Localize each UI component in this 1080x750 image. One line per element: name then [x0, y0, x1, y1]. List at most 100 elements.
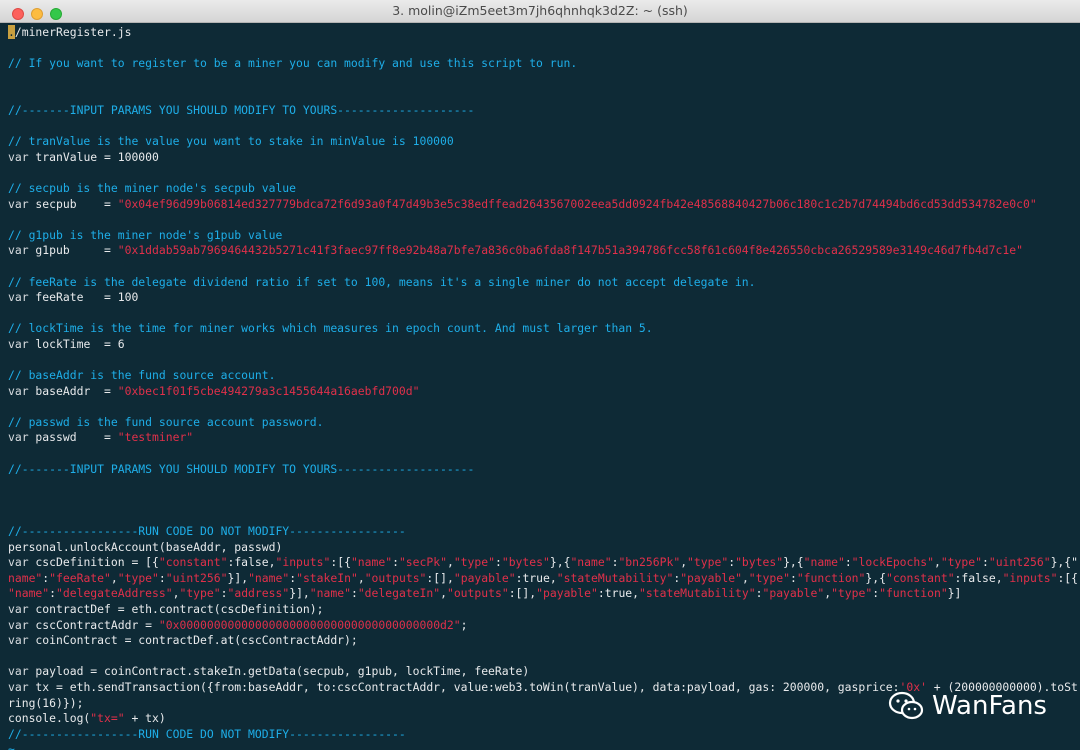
comment-line: // g1pub is the miner node's g1pub value — [8, 227, 283, 242]
string-literal: "0x0000000000000000000000000000000000000… — [158, 617, 461, 632]
code-text: }], — [289, 586, 310, 601]
string-literal: "feeRate" — [49, 570, 111, 585]
keyword: var — [8, 149, 29, 164]
terminal-content[interactable]: ./minerRegister.js // If you want to regi… — [8, 25, 1078, 750]
code-text: :[{ — [330, 555, 351, 570]
string-literal: "delegateIn" — [357, 586, 441, 601]
string-literal: "0xbec1f01f5cbe494279a3c1455644a16aebfd7… — [117, 383, 420, 398]
string-literal: "delegateAddress" — [56, 586, 173, 601]
code-text: tranValue = 100000 — [28, 149, 159, 164]
string-literal: "name" — [248, 570, 290, 585]
code-text: :false, — [227, 555, 276, 570]
keyword: var — [8, 243, 29, 258]
string-literal: "0x1ddab59ab7969464432b5271c41f3faec97ff… — [117, 243, 1023, 258]
title-bar: 3. molin@iZm5eet3m7jh6qhnhqk3d2Z: ~ (ssh… — [0, 0, 1080, 23]
code-text: },{ — [865, 570, 886, 585]
code-text: contractDef = eth.contract(cscDefinition… — [28, 601, 324, 616]
code-text: , — [933, 555, 941, 570]
string-literal: "name" — [309, 586, 351, 601]
watermark: WanFans — [888, 690, 1047, 722]
string-literal: "bn256Pk" — [618, 555, 681, 570]
string-literal: "type" — [687, 555, 729, 570]
string-literal: "testminer" — [117, 430, 194, 445]
code-text: personal.unlockAccount(baseAddr, passwd) — [8, 539, 283, 554]
string-literal: "stakeIn" — [296, 570, 358, 585]
code-line: var feeRate = 100 — [8, 290, 1072, 306]
code-text: }], — [227, 570, 249, 585]
string-literal: "payable" — [680, 570, 742, 585]
terminal-window: 3. molin@iZm5eet3m7jh6qhnhqk3d2Z: ~ (ssh… — [0, 0, 1080, 750]
string-literal: "type" — [179, 586, 221, 601]
keyword: var — [8, 664, 29, 679]
string-literal: "outputs" — [446, 586, 509, 601]
code-line: var tranValue = 100000 — [8, 150, 1072, 166]
code-text: secpub = — [28, 196, 118, 211]
string-literal: "type" — [831, 586, 873, 601]
string-literal: "secPk" — [398, 555, 447, 570]
string-literal: "stateMutability" — [556, 570, 674, 585]
empty-line-marker: ~ — [8, 742, 15, 750]
string-literal: "type" — [117, 570, 159, 585]
string-literal: "payable" — [453, 570, 516, 585]
code-text: baseAddr = — [28, 383, 118, 398]
keyword: var — [8, 336, 29, 351]
code-text: : — [494, 555, 502, 570]
string-literal: "constant" — [885, 570, 955, 585]
code-text: :true, — [515, 570, 557, 585]
string-literal: "outputs" — [364, 570, 427, 585]
code-text: :[], — [426, 570, 454, 585]
code-text: g1pub = — [28, 243, 118, 258]
code-line: var g1pub = "0x1ddab59ab7969464432b5271c… — [8, 243, 1072, 259]
string-literal: "tx=" — [90, 711, 125, 726]
code-text: console.log( — [8, 711, 91, 726]
keyword: var — [8, 679, 29, 694]
watermark-text: WanFans — [932, 691, 1047, 721]
keyword: var — [8, 555, 29, 570]
code-line: var cscDefinition = [{"constant":false,"… — [8, 555, 1078, 571]
comment-line: //-------INPUT PARAMS YOU SHOULD MODIFY … — [8, 461, 475, 476]
string-literal: "name" — [803, 555, 845, 570]
code-text: },{" — [1050, 555, 1079, 570]
code-text: }] — [947, 586, 962, 601]
code-line: personal.unlockAccount(baseAddr, passwd) — [8, 540, 1072, 556]
string-literal: "lockEpochs" — [851, 555, 934, 570]
code-text: : — [392, 555, 399, 570]
string-literal: "0x04ef96d99b06814ed327779bdca72f6d93a0f… — [117, 196, 1037, 211]
comment-line: // If you want to register to be a miner… — [8, 56, 578, 71]
string-literal: "payable" — [762, 586, 825, 601]
code-text: coinContract = contractDef.at(cscContrac… — [28, 633, 358, 648]
keyword: var — [8, 196, 29, 211]
code-line: name":"feeRate","type":"uint256"}],"name… — [8, 570, 1078, 587]
code-line: var cscContractAddr = "0x000000000000000… — [8, 618, 1072, 634]
file-path: /minerRegister.js — [14, 25, 132, 39]
code-text: },{ — [783, 555, 804, 570]
code-text: payload = coinContract.stakeIn.getData(s… — [28, 664, 530, 679]
keyword: var — [8, 601, 29, 616]
code-text: : — [350, 586, 358, 601]
code-text: ; — [460, 617, 468, 632]
comment-line: //-------INPUT PARAMS YOU SHOULD MODIFY … — [8, 102, 475, 117]
code-line: var lockTime = 6 — [8, 337, 1072, 353]
string-literal: "bytes" — [735, 555, 784, 570]
wechat-icon — [888, 691, 924, 720]
string-literal: "name" — [8, 586, 50, 601]
code-text: : — [158, 570, 166, 585]
code-text: passwd = — [28, 430, 118, 445]
code-line: "name":"delegateAddress","type":"address… — [8, 586, 1072, 602]
code-text: tx = eth.sendTransaction({from:baseAddr,… — [28, 679, 900, 694]
code-text: , — [446, 555, 454, 570]
string-literal: "type" — [453, 555, 495, 570]
comment-line: //-----------------RUN CODE DO NOT MODIF… — [8, 524, 406, 538]
file-path-line: ./minerRegister.js — [8, 25, 1072, 41]
string-literal: "payable" — [536, 586, 598, 601]
string-literal: "stateMutability" — [639, 586, 756, 601]
code-text: cscContractAddr = — [28, 617, 159, 632]
comment-line: //-----------------RUN CODE DO NOT MODIF… — [8, 726, 406, 741]
keyword: var — [8, 617, 29, 632]
comment-line: // feeRate is the delegate dividend rati… — [8, 274, 756, 289]
